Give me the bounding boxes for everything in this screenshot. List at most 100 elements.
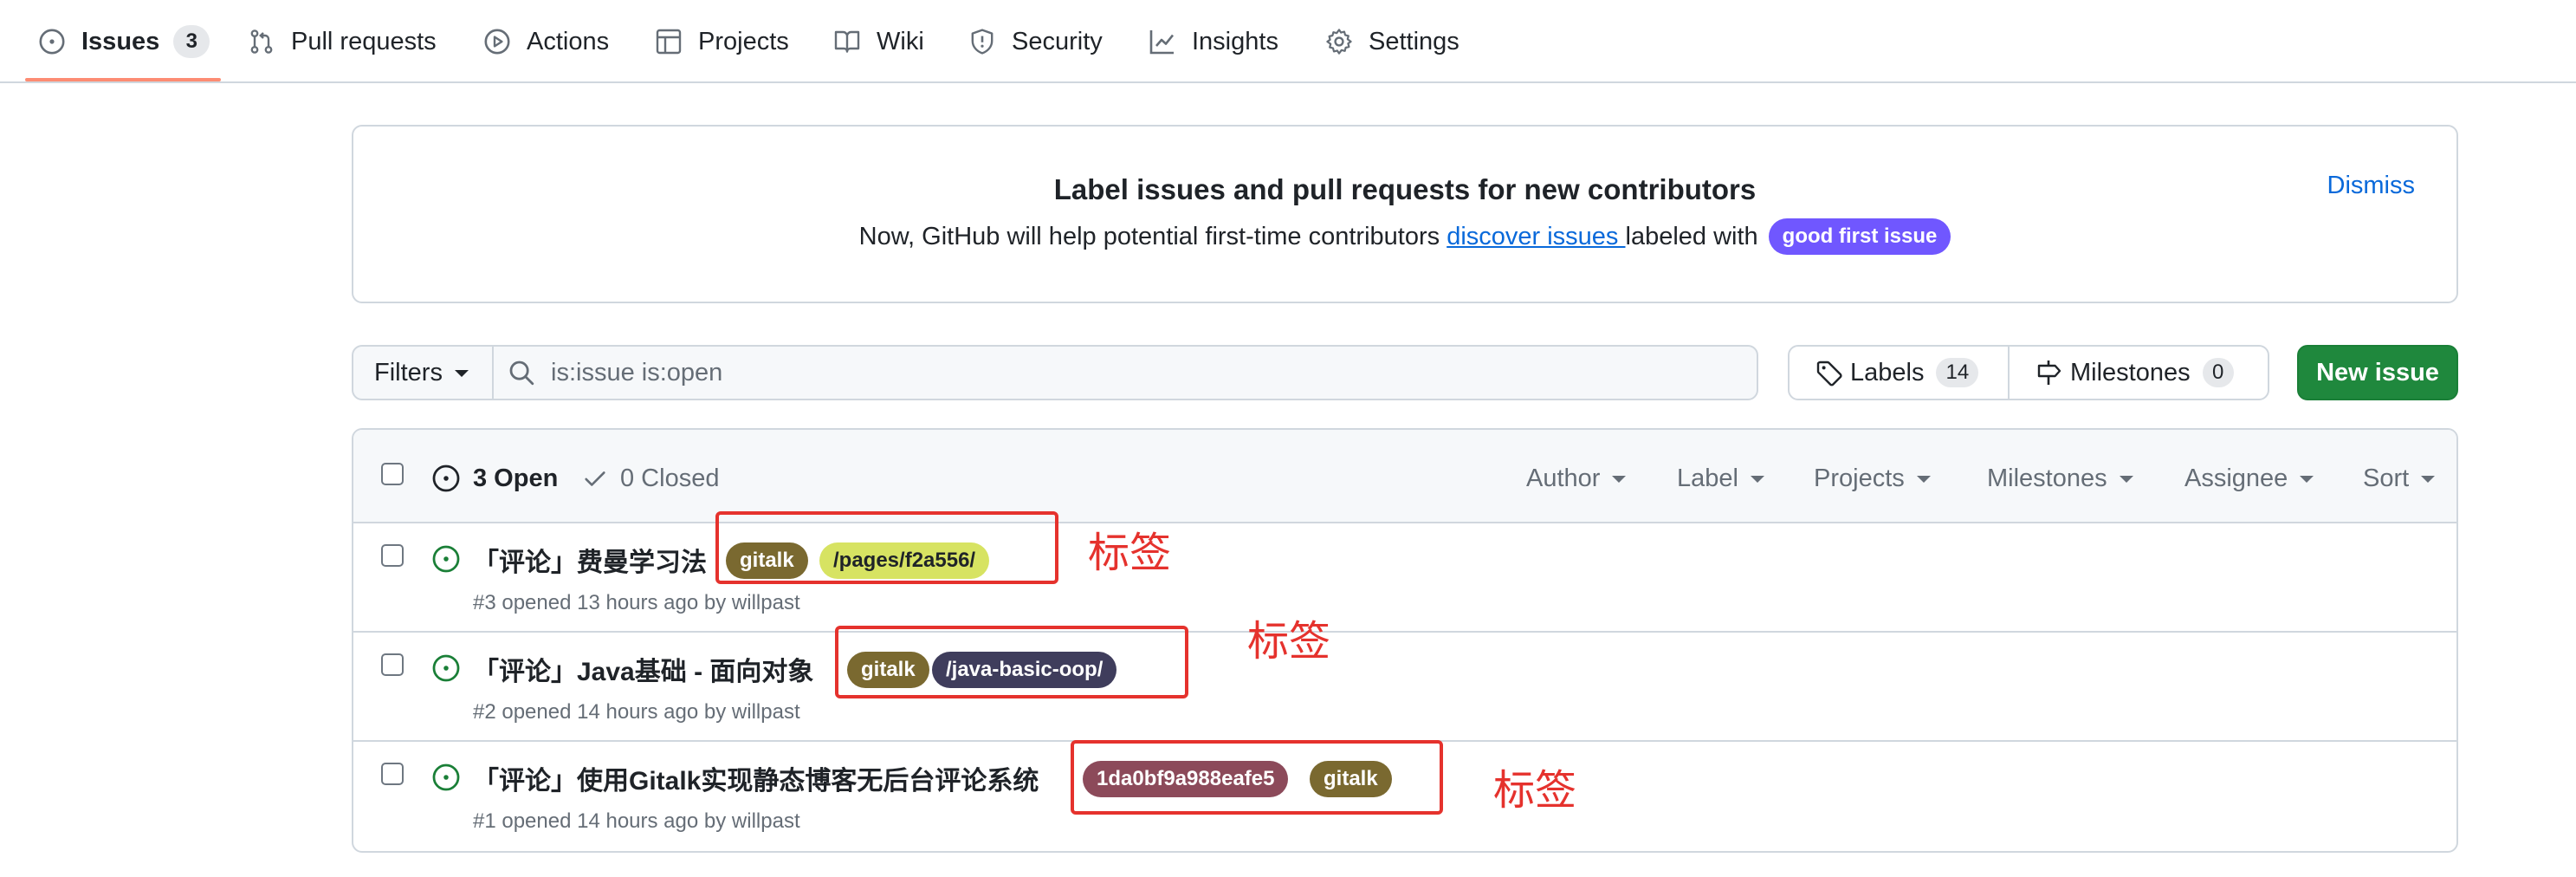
projects-filter[interactable]: Projects — [1814, 461, 1931, 496]
tab-settings[interactable]: Settings — [1325, 24, 1460, 59]
tab-security-label: Security — [1012, 27, 1103, 55]
filters-button[interactable]: Filters — [352, 345, 494, 400]
tab-actions[interactable]: Actions — [483, 24, 609, 59]
tab-wiki[interactable]: Wiki — [833, 24, 924, 59]
tab-insights-label: Insights — [1192, 27, 1278, 55]
issue-title[interactable]: 「评论」费曼学习法 — [473, 541, 707, 579]
issue-label[interactable]: gitalk — [726, 542, 808, 579]
gear-icon — [1326, 29, 1352, 55]
search-icon — [509, 361, 534, 386]
search-box — [492, 345, 1758, 400]
annotation-label: 标签 — [1493, 766, 1577, 815]
git-pull-request-icon — [250, 29, 273, 54]
issue-author-link[interactable]: willpast — [732, 591, 800, 614]
tab-insights[interactable]: Insights — [1149, 24, 1278, 59]
banner-title: Label issues and pull requests for new c… — [1053, 173, 1757, 205]
assignee-filter[interactable]: Assignee — [2184, 461, 2314, 496]
issue-row[interactable]: 「评论」使用Gitalk实现静态博客无后台评论系统 1da0bf9a988eaf… — [353, 742, 2456, 851]
issue-title[interactable]: 「评论」Java基础 - 面向对象 — [473, 650, 813, 688]
discover-issues-link[interactable]: discover issues — [1447, 223, 1625, 251]
repo-nav: Issues 3 Pull requests Actions Projects … — [0, 0, 2576, 83]
milestones-filter-label: Milestones — [1987, 464, 2107, 492]
closed-issues-label: 0 Closed — [620, 464, 720, 492]
chevron-down-icon — [1916, 476, 1931, 483]
issue-row[interactable]: 「评论」Java基础 - 面向对象 gitalk /java-basic-oop… — [353, 633, 2456, 742]
issue-meta-text: #1 opened 14 hours ago by — [473, 809, 732, 833]
tab-issues[interactable]: Issues 3 — [38, 24, 210, 59]
shield-icon — [971, 29, 994, 55]
issue-opened-icon — [39, 29, 65, 55]
issue-opened-icon — [432, 464, 460, 492]
milestones-button[interactable]: Milestones 0 — [2010, 347, 2268, 399]
sort-filter-label: Sort — [2363, 464, 2410, 492]
issue-label[interactable]: gitalk — [1310, 761, 1392, 797]
tab-pull-requests-label: Pull requests — [291, 27, 437, 55]
issue-checkbox[interactable] — [381, 763, 404, 785]
banner-text: Now, GitHub will help potential first-ti… — [353, 218, 2456, 255]
issue-author-link[interactable]: willpast — [732, 809, 800, 833]
issue-open-icon — [432, 763, 460, 791]
issue-checkbox[interactable] — [381, 653, 404, 676]
tab-wiki-label: Wiki — [877, 27, 924, 55]
banner-text-after: labeled with — [1625, 222, 1758, 250]
new-contributors-banner: Label issues and pull requests for new c… — [352, 125, 2458, 303]
issue-label[interactable]: 1da0bf9a988eafe5 — [1083, 761, 1289, 797]
graph-icon — [1149, 30, 1175, 55]
new-issue-button[interactable]: New issue — [2297, 345, 2458, 400]
labels-count: 14 — [1936, 358, 1979, 387]
tab-settings-label: Settings — [1369, 27, 1460, 55]
banner-text-before: Now, GitHub will help potential first-ti… — [858, 222, 1447, 250]
search-input[interactable] — [551, 358, 1677, 387]
milestones-filter[interactable]: Milestones — [1987, 461, 2133, 496]
issue-author-link[interactable]: willpast — [732, 700, 800, 724]
issue-open-icon — [432, 545, 460, 573]
issue-label[interactable]: gitalk — [847, 652, 929, 688]
open-issues-toggle[interactable]: 3 Open — [431, 461, 558, 496]
labels-label: Labels — [1850, 358, 1925, 387]
author-filter[interactable]: Author — [1526, 461, 1627, 496]
check-icon — [585, 471, 605, 486]
chevron-down-icon — [2421, 476, 2436, 483]
chevron-down-icon — [454, 370, 469, 377]
closed-issues-toggle[interactable]: 0 Closed — [582, 461, 719, 496]
tab-projects-label: Projects — [698, 27, 789, 55]
sort-filter[interactable]: Sort — [2363, 461, 2436, 496]
milestones-label: Milestones — [2070, 358, 2191, 387]
milestone-icon — [2037, 361, 2061, 385]
chevron-down-icon — [2300, 476, 2314, 483]
dismiss-button[interactable]: Dismiss — [2327, 172, 2416, 200]
issue-title[interactable]: 「评论」使用Gitalk实现静态博客无后台评论系统 — [473, 759, 1039, 797]
labels-milestones-group: Labels 14 Milestones 0 — [1788, 345, 2269, 400]
assignee-filter-label: Assignee — [2184, 464, 2288, 492]
issue-label[interactable]: /java-basic-oop/ — [932, 652, 1117, 688]
label-filter[interactable]: Label — [1677, 461, 1764, 496]
table-icon — [656, 29, 682, 55]
issue-meta: #2 opened 14 hours ago by willpast — [473, 700, 800, 724]
chevron-down-icon — [2119, 476, 2133, 483]
issues-list-header: 3 Open 0 Closed Author Label Projects Mi… — [353, 430, 2456, 523]
issue-meta-text: #3 opened 13 hours ago by — [473, 591, 732, 614]
issue-checkbox[interactable] — [381, 544, 404, 567]
issue-label[interactable]: /pages/f2a556/ — [819, 542, 990, 579]
annotation-label: 标签 — [1247, 617, 1331, 666]
labels-button[interactable]: Labels 14 — [1790, 347, 2010, 399]
issues-list: 3 Open 0 Closed Author Label Projects Mi… — [352, 428, 2458, 853]
tab-projects[interactable]: Projects — [655, 24, 789, 59]
issue-row[interactable]: 「评论」费曼学习法 gitalk /pages/f2a556/ #3 opene… — [353, 523, 2456, 633]
select-all-checkbox[interactable] — [381, 463, 404, 485]
tab-security[interactable]: Security — [968, 24, 1103, 59]
author-filter-label: Author — [1526, 464, 1601, 492]
issue-meta: #3 opened 13 hours ago by willpast — [473, 591, 800, 615]
issue-open-icon — [432, 654, 460, 682]
tab-pull-requests[interactable]: Pull requests — [248, 24, 437, 59]
label-filter-label: Label — [1677, 464, 1738, 492]
annotation-label: 标签 — [1088, 529, 1172, 577]
filters-label: Filters — [374, 358, 443, 387]
good-first-issue-label[interactable]: good first issue — [1768, 218, 1951, 255]
open-issues-label: 3 Open — [473, 464, 559, 492]
play-icon — [484, 29, 510, 55]
projects-filter-label: Projects — [1814, 464, 1905, 492]
chevron-down-icon — [1612, 476, 1627, 483]
milestones-count: 0 — [2202, 358, 2234, 387]
issue-meta-text: #2 opened 14 hours ago by — [473, 700, 732, 724]
